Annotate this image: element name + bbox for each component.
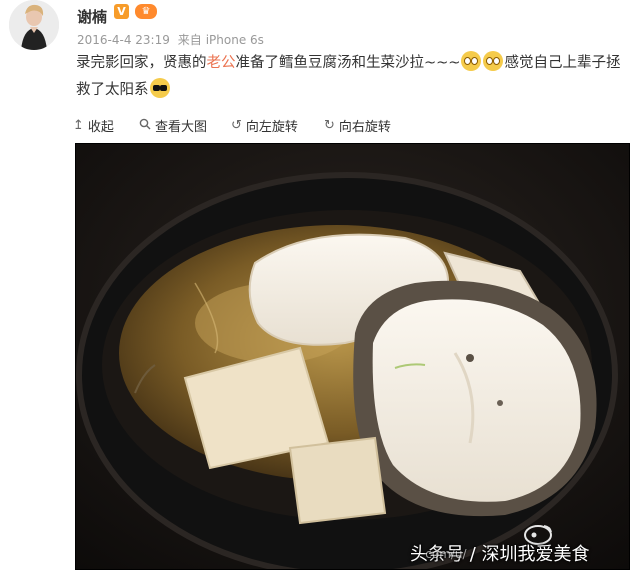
rotate-right-button[interactable]: ↻ 向右旋转 bbox=[324, 116, 391, 135]
post-header: 谢楠 V ♛ 2016-4-4 23:19 来自 iPhone 6s bbox=[0, 0, 640, 50]
collapse-arrow-icon: ↥ bbox=[73, 118, 84, 133]
watermark-url: com/u/ bbox=[425, 547, 467, 561]
user-name[interactable]: 谢楠 bbox=[77, 6, 107, 27]
collapse-button[interactable]: ↥ 收起 bbox=[73, 116, 114, 135]
post-text: 录完影回家，贤惠的老公准备了鳕鱼豆腐汤和生菜沙拉~~~ 感觉自己上辈子拯救了太阳系 bbox=[76, 50, 631, 104]
post-text-part2: 准备了鳕鱼豆腐汤和生菜沙拉~~~ bbox=[235, 55, 461, 71]
post-time[interactable]: 2016-4-4 23:19 bbox=[77, 33, 170, 47]
emoji-sunglasses-icon bbox=[149, 78, 170, 98]
watermark-text: 头条号 / 深圳我爱美食 com/u/ bbox=[410, 540, 590, 566]
post-text-part1: 录完影回家，贤惠的 bbox=[76, 55, 207, 71]
image-toolbar: ↥ 收起 查看大图 ↺ 向左旋转 ↻ 向右旋转 bbox=[0, 108, 640, 142]
rotate-left-label: 向左旋转 bbox=[245, 120, 298, 135]
rotate-left-button[interactable]: ↺ 向左旋转 bbox=[231, 116, 298, 135]
vip-crown-icon: ♛ bbox=[135, 4, 157, 19]
post-source[interactable]: iPhone 6s bbox=[206, 33, 264, 47]
view-large-label: 查看大图 bbox=[155, 120, 208, 135]
search-icon bbox=[139, 118, 151, 134]
emoji-dizzy-icon bbox=[461, 51, 482, 71]
post-photo[interactable] bbox=[75, 143, 630, 570]
collapse-label: 收起 bbox=[87, 120, 114, 135]
view-large-button[interactable]: 查看大图 bbox=[139, 116, 207, 135]
post-meta: 2016-4-4 23:19 来自 iPhone 6s bbox=[77, 31, 268, 48]
mention-link[interactable]: 老公 bbox=[207, 55, 236, 71]
avatar[interactable] bbox=[9, 0, 59, 50]
emoji-dizzy-icon bbox=[483, 51, 504, 71]
watermark-logo-icon bbox=[522, 522, 554, 546]
verified-badge-icon: V bbox=[114, 4, 129, 19]
avatar-image bbox=[9, 0, 59, 50]
rotate-right-label: 向右旋转 bbox=[338, 120, 391, 135]
rotate-right-icon: ↻ bbox=[324, 118, 335, 133]
rotate-left-icon: ↺ bbox=[231, 118, 242, 133]
source-prefix: 来自 bbox=[177, 33, 202, 47]
